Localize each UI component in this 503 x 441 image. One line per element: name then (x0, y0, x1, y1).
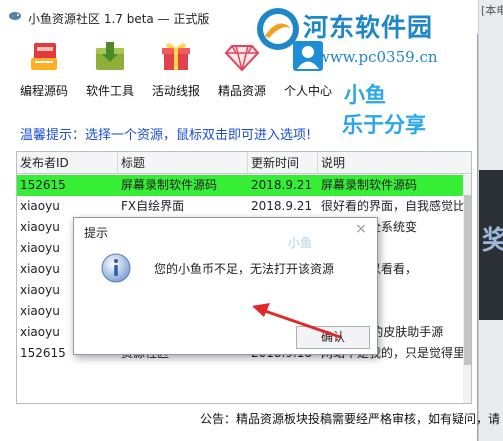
user-icon (293, 41, 323, 71)
cell-title: 屏幕录制软件源码 (121, 178, 218, 192)
notice-text: 公告：精品资源板块投稿需要经严格审核，如有疑问，请 (200, 412, 501, 426)
toolbar-item-code-source[interactable]: 编程源码 (14, 36, 74, 102)
info-icon (101, 253, 131, 283)
cell-publisher: 152615 (20, 178, 66, 192)
code-package-icon (31, 43, 57, 70)
cell-date: 2018.9.21 (251, 199, 313, 213)
app-fish-icon (9, 12, 21, 20)
table-scrollbar[interactable] (463, 175, 471, 403)
toolbar-item-events[interactable]: 活动线报 (146, 36, 206, 102)
column-header-date[interactable]: 更新时间 (248, 152, 318, 174)
dialog-ghost-text: 小鱼 (288, 236, 313, 250)
toolbar-item-profile[interactable]: 个人中心 (278, 36, 338, 102)
toolbar-label: 活动线报 (151, 84, 200, 98)
dialog-message: 您的小鱼币不足，无法打开该资源 (154, 262, 335, 276)
background-app-panel: 奖 (479, 170, 503, 320)
scrollbar-thumb[interactable] (464, 195, 471, 365)
window-title: 小鱼资源社区 1.7 beta — 正式版 (28, 12, 210, 26)
gift-icon (162, 43, 190, 70)
info-dialog: 提示 小鱼 × 您的小鱼币不足，无法打开该资源 确认 (73, 217, 378, 355)
cell-description: 很好看的界面，自我感觉比 (321, 199, 463, 213)
dialog-title: 提示 (84, 226, 109, 240)
toolbar-label: 精品资源 (217, 84, 266, 98)
toolbar-item-software-tools[interactable]: 软件工具 (80, 36, 140, 102)
column-header-title[interactable]: 标题 (118, 152, 248, 174)
table-row[interactable]: 152615 屏幕录制软件源码 2018.9.21 屏幕录制软件源码 (17, 175, 463, 196)
software-tools-icon (96, 42, 124, 70)
hint-text: 温馨提示：选择一个资源，鼠标双击即可进入选项! (20, 128, 312, 143)
toolbar-label: 个人中心 (283, 84, 332, 98)
cell-description: 屏幕录制软件源码 (321, 178, 418, 192)
close-icon[interactable]: × (352, 221, 370, 237)
slogan-line-1: 小鱼 (344, 83, 386, 107)
toolbar-item-premium[interactable]: 精品资源 (212, 36, 272, 102)
cell-publisher: xiaoyu (20, 199, 60, 213)
slogan-line-2: 乐于分享 (342, 113, 426, 137)
background-app-strip: [本电工数据] 奖 (478, 0, 503, 441)
diamond-icon (224, 45, 260, 72)
background-app-text: [本电工数据] (481, 4, 503, 17)
slogan: 小鱼 乐于分享 (342, 80, 452, 140)
column-header-description[interactable]: 说明 (318, 152, 471, 174)
toolbar-label: 编程源码 (19, 84, 68, 98)
cell-title: FX自绘界面 (121, 199, 185, 213)
toolbar-label: 软件工具 (85, 84, 134, 98)
table-header: 发布者ID 标题 更新时间 说明 (17, 152, 471, 174)
confirm-button[interactable]: 确认 (296, 326, 370, 349)
table-row[interactable]: xiaoyu FX自绘界面 2018.9.21 很好看的界面，自我感觉比 (17, 196, 463, 217)
column-header-publisher[interactable]: 发布者ID (17, 152, 118, 174)
cell-date: 2018.9.21 (251, 178, 313, 192)
